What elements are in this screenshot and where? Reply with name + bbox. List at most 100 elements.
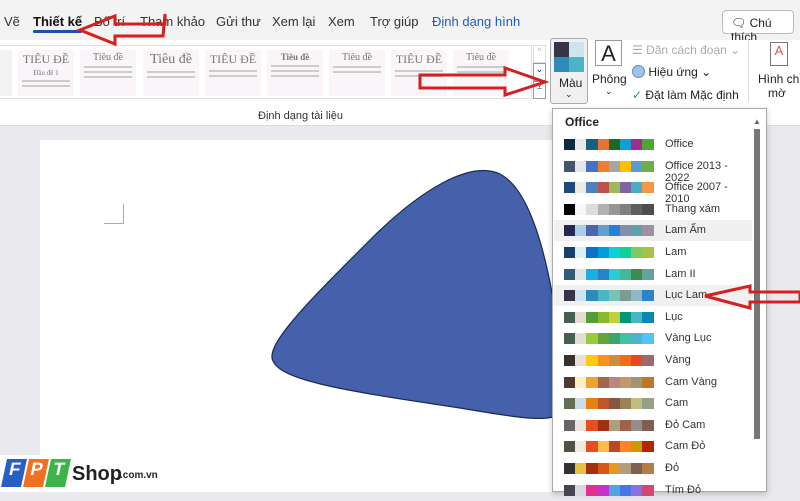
- color-swatch: [642, 160, 654, 172]
- color-swatch: [608, 419, 620, 431]
- color-scheme-item[interactable]: Office 2013 - 2022: [554, 156, 752, 184]
- rounded-triangle-shape[interactable]: [271, 169, 567, 420]
- color-swatch: [608, 139, 620, 150]
- gallery-scroll-down[interactable]: ⌄: [533, 63, 546, 81]
- color-scheme-item[interactable]: Thang xám: [554, 199, 752, 220]
- color-swatch: [597, 182, 609, 194]
- color-scheme-item[interactable]: Vàng: [554, 350, 752, 371]
- color-swatch: [631, 355, 643, 366]
- paragraph-spacing-button[interactable]: ☰ Dãn cách đoạn ⌄: [632, 43, 740, 57]
- color-swatch: [631, 247, 643, 258]
- color-scheme-item[interactable]: Office 2007 - 2010: [554, 177, 752, 205]
- tab-design[interactable]: Thiết kế: [33, 14, 83, 33]
- color-scheme-item[interactable]: Cam Vàng: [554, 372, 752, 393]
- color-swatch: [642, 268, 654, 280]
- tab-help[interactable]: Trợ giúp: [370, 14, 419, 29]
- color-swatches: [564, 225, 654, 237]
- color-swatch: [608, 203, 620, 215]
- color-scheme-item[interactable]: Lục Lam: [554, 285, 752, 307]
- color-swatch: [586, 225, 598, 237]
- comment-button[interactable]: 🗨 Chú thích: [722, 10, 794, 44]
- set-default-button[interactable]: ✓ Đặt làm Mặc định: [632, 88, 739, 102]
- color-swatch: [608, 441, 620, 453]
- colors-button[interactable]: Màu ⌄: [550, 38, 588, 104]
- color-scheme-item[interactable]: Lục: [554, 307, 752, 328]
- color-scheme-label: Lam II: [665, 267, 696, 280]
- color-scheme-item[interactable]: Cam Đỏ: [554, 436, 752, 457]
- style-thumb[interactable]: TIÊU ĐỀ: [391, 50, 447, 96]
- color-swatches: [564, 268, 654, 280]
- ribbon-tabs: Vẽ Thiết kế Bố trí Tham khảo Gửi thư Xem…: [0, 0, 800, 44]
- tab-references[interactable]: Tham khảo: [140, 14, 205, 29]
- effects-icon: [632, 65, 645, 78]
- fonts-button[interactable]: A Phông ⌄: [592, 40, 627, 100]
- color-swatch: [631, 463, 643, 474]
- color-scheme-item[interactable]: Đỏ: [554, 458, 752, 479]
- color-swatch: [586, 419, 598, 431]
- color-swatch: [564, 441, 576, 453]
- shape-canvas: [271, 169, 567, 420]
- color-scheme-item[interactable]: Tím Đỏ: [554, 480, 752, 501]
- color-swatch: [564, 419, 576, 431]
- color-scheme-label: Đỏ: [665, 462, 680, 474]
- scrollbar-thumb[interactable]: [754, 129, 760, 439]
- tab-mailings[interactable]: Gửi thư: [216, 14, 261, 29]
- color-scheme-label: Thang xám: [665, 202, 721, 215]
- color-swatch: [586, 484, 598, 496]
- color-scheme-item[interactable]: Lam: [554, 242, 752, 263]
- tab-layout[interactable]: Bố trí: [94, 14, 125, 29]
- color-swatch: [608, 355, 620, 366]
- color-scheme-label: Đỏ Cam: [665, 418, 706, 431]
- style-thumb[interactable]: [0, 50, 12, 96]
- color-scheme-label: Vàng: [665, 354, 691, 366]
- color-scheme-item[interactable]: Đỏ Cam: [554, 415, 752, 436]
- color-scheme-item[interactable]: Cam: [554, 393, 752, 414]
- watermark-button[interactable]: A Hình chìm mờ: [756, 42, 800, 102]
- color-swatch: [586, 441, 598, 453]
- color-swatch: [597, 160, 609, 172]
- color-swatch: [575, 160, 587, 172]
- document-page[interactable]: [40, 140, 600, 492]
- color-scheme-item[interactable]: Lam II: [554, 264, 752, 285]
- color-swatch: [619, 268, 632, 280]
- color-swatch: [631, 441, 643, 453]
- dropdown-scrollbar[interactable]: ▲: [752, 117, 762, 487]
- color-swatch: [575, 182, 587, 194]
- color-swatch: [575, 268, 587, 280]
- color-swatch: [608, 311, 620, 323]
- tab-review[interactable]: Xem lại: [272, 14, 315, 29]
- color-swatch: [608, 333, 620, 345]
- color-swatch: [597, 225, 609, 237]
- color-swatch: [586, 355, 598, 366]
- style-thumb[interactable]: TIÊU ĐỀ Đầu đề 1: [18, 50, 74, 96]
- scroll-up-icon: ▲: [753, 117, 761, 126]
- color-scheme-item[interactable]: Office: [554, 134, 752, 155]
- color-swatch: [597, 139, 609, 150]
- color-swatch: [619, 290, 632, 302]
- gallery-more-button[interactable]: ⩡: [533, 81, 546, 99]
- color-swatch: [564, 484, 576, 496]
- color-swatch: [631, 376, 643, 388]
- style-thumb[interactable]: Tiêu đề: [80, 50, 136, 96]
- tab-view[interactable]: Xem: [328, 14, 355, 29]
- color-swatch: [631, 311, 643, 323]
- style-thumb[interactable]: Tiêu đề: [267, 50, 323, 96]
- color-scheme-item[interactable]: Lam Ấm: [554, 220, 752, 242]
- color-swatches: [564, 333, 654, 345]
- style-thumb[interactable]: Tiêu đề: [329, 50, 385, 96]
- color-swatch: [586, 333, 598, 345]
- style-thumb[interactable]: Tiêu đề: [143, 50, 199, 96]
- tab-shape-format[interactable]: Định dạng hình: [432, 14, 520, 29]
- color-swatch: [619, 247, 632, 258]
- effects-button[interactable]: Hiệu ứng ⌄: [632, 65, 711, 79]
- style-thumb[interactable]: Tiêu đề: [453, 50, 509, 96]
- color-swatch: [586, 247, 598, 258]
- color-swatches: [564, 203, 654, 215]
- gallery-scroll-up[interactable]: ^: [533, 45, 546, 63]
- color-swatch: [575, 225, 587, 237]
- color-swatch: [575, 333, 587, 345]
- style-thumb[interactable]: TIÊU ĐỀ: [205, 50, 261, 96]
- group-label: Định dạng tài liệu: [258, 110, 344, 122]
- tab-draw[interactable]: Vẽ: [4, 14, 20, 29]
- color-scheme-item[interactable]: Vàng Lục: [554, 328, 752, 349]
